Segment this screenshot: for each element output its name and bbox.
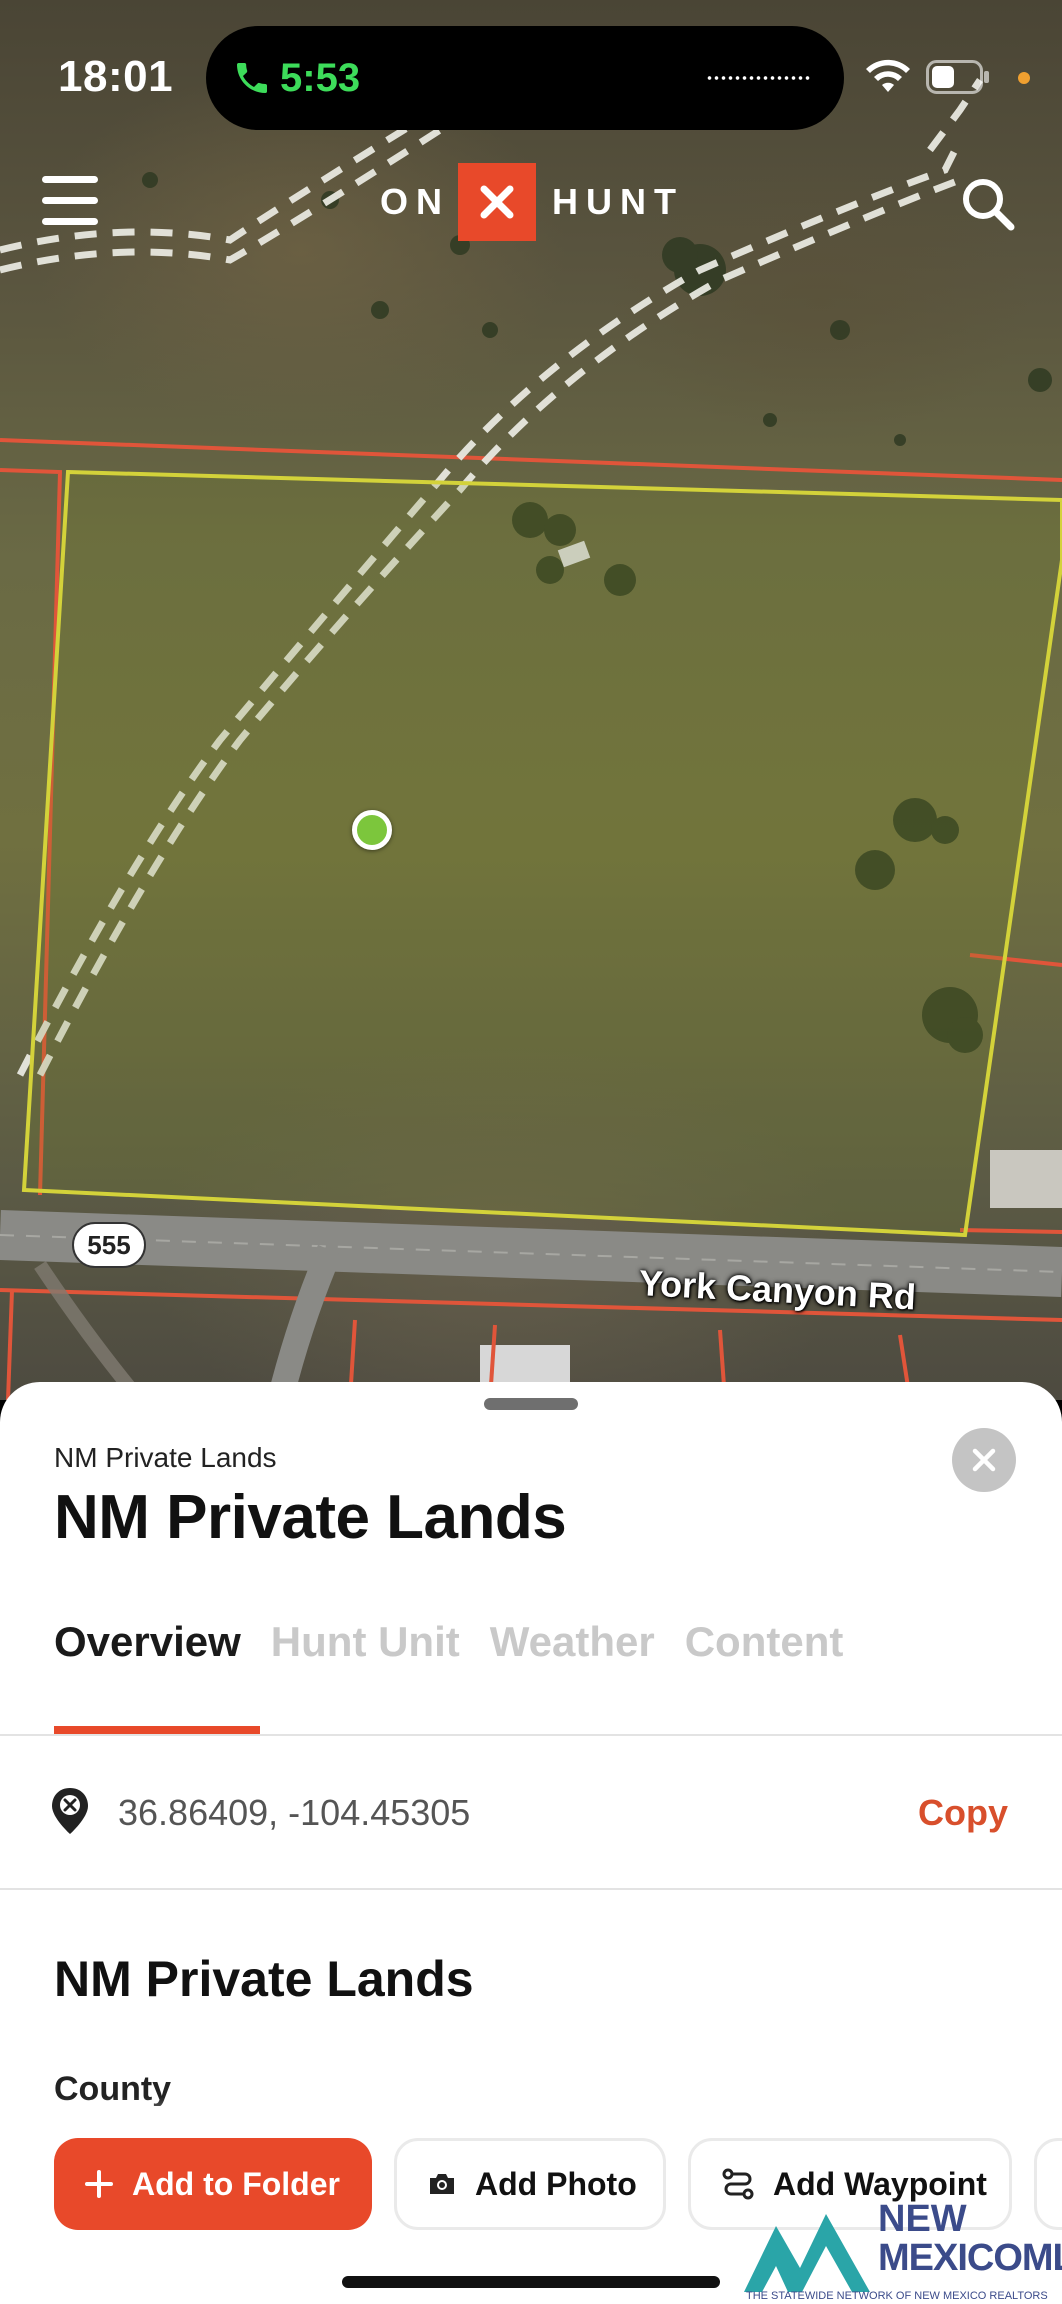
location-marker[interactable] <box>352 810 392 850</box>
wifi-icon <box>866 59 910 92</box>
search-icon[interactable] <box>958 174 1018 234</box>
add-to-folder-label: Add to Folder <box>132 2165 340 2202</box>
audio-level-indicator <box>706 76 810 80</box>
status-time: 18:01 <box>58 52 174 101</box>
section-title: NM Private Lands <box>54 1951 474 2007</box>
onx-hunt-logo: ON HUNT <box>380 163 684 241</box>
watermark-tagline: THE STATEWIDE NETWORK OF NEW MEXICO REAL… <box>746 2290 1048 2302</box>
sheet-title: NM Private Lands <box>54 1483 567 1552</box>
new-mexico-mls-watermark: NEW MEXICOMLS THE STATEWIDE NETWORK OF N… <box>738 2196 1062 2304</box>
watermark-line2: MEXICOMLS <box>878 2237 1062 2279</box>
plus-icon <box>85 2170 113 2198</box>
phone-icon <box>237 63 267 93</box>
logo-text-right: HUNT <box>552 181 684 222</box>
close-icon <box>972 1448 996 1472</box>
road-shield-555: 555 <box>72 1222 146 1268</box>
details-bottom-sheet[interactable]: NM Private Lands NM Private Lands Overvi… <box>0 1382 1062 2304</box>
call-indicator[interactable]: 5:53 <box>206 26 844 130</box>
copy-coordinates-button[interactable]: Copy <box>918 1792 1008 1834</box>
camera-icon <box>430 2174 454 2194</box>
add-to-folder-button[interactable]: Add to Folder <box>54 2138 372 2230</box>
logo-text-left: ON <box>380 181 450 222</box>
sheet-subtitle: NM Private Lands <box>54 1442 277 1473</box>
coordinates-text: 36.86409, -104.45305 <box>118 1792 471 1833</box>
battery-icon <box>926 60 989 94</box>
add-photo-button[interactable]: Add Photo <box>394 2138 666 2230</box>
tab-content[interactable]: Content <box>685 1618 844 1666</box>
map-pin-icon <box>52 1788 88 1834</box>
active-tab-indicator <box>54 1726 260 1734</box>
tab-overview[interactable]: Overview <box>54 1618 241 1666</box>
tab-weather[interactable]: Weather <box>490 1618 655 1666</box>
call-duration: 5:53 <box>280 56 361 100</box>
tab-hunt-unit[interactable]: Hunt Unit <box>271 1618 460 1666</box>
building <box>990 1150 1062 1208</box>
home-indicator[interactable] <box>342 2276 720 2288</box>
logo-x-icon <box>458 163 536 241</box>
add-photo-label: Add Photo <box>475 2165 637 2202</box>
menu-icon[interactable] <box>42 176 98 226</box>
close-button[interactable] <box>952 1428 1016 1492</box>
mls-mountain-logo <box>744 2214 870 2292</box>
privacy-indicator <box>1018 72 1030 84</box>
watermark-line1: NEW <box>878 2198 967 2240</box>
coords-divider <box>0 1888 1062 1890</box>
tab-bar: Overview Hunt Unit Weather Content <box>54 1618 873 1666</box>
sheet-grabber[interactable] <box>484 1398 578 1410</box>
coordinates-row: 36.86409, -104.45305 Copy <box>0 1734 1062 1888</box>
parcel-boundary <box>21 469 1062 1238</box>
